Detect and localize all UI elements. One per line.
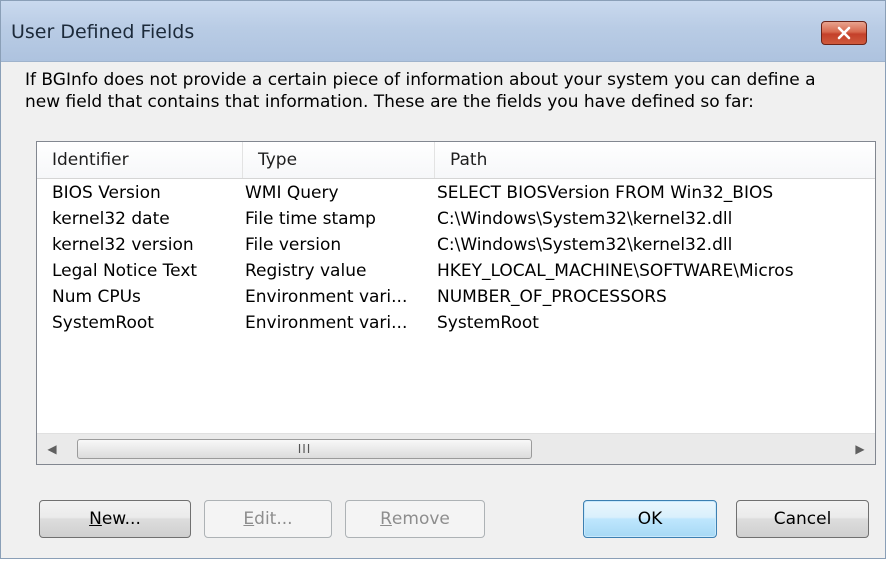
column-header-type[interactable]: Type — [243, 142, 435, 178]
scrollbar-thumb[interactable]: III — [77, 439, 532, 459]
scroll-left-icon: ◀ — [47, 442, 57, 456]
title-bar[interactable]: User Defined Fields — [1, 1, 885, 62]
list-item[interactable]: SystemRoot Environment vari... SystemRoo… — [37, 310, 875, 336]
new-button[interactable]: New... — [39, 500, 191, 538]
list-item[interactable]: Legal Notice Text Registry value HKEY_LO… — [37, 258, 875, 284]
cell-type: Registry value — [245, 261, 367, 281]
scroll-right-button[interactable]: ▶ — [845, 434, 875, 464]
column-header-identifier[interactable]: Identifier — [37, 142, 243, 178]
horizontal-scrollbar[interactable]: ◀ III ▶ — [37, 433, 875, 464]
list-header: Identifier Type Path — [37, 142, 875, 179]
remove-button[interactable]: Remove — [345, 500, 485, 538]
cell-identifier: Legal Notice Text — [52, 261, 198, 281]
cell-type: Environment vari... — [245, 287, 408, 307]
cell-type: Environment vari... — [245, 313, 408, 333]
cell-type: WMI Query — [245, 183, 339, 203]
edit-button-label: dit... — [254, 509, 293, 529]
scroll-right-icon: ▶ — [855, 442, 865, 456]
cell-type: File version — [245, 235, 342, 255]
scroll-left-button[interactable]: ◀ — [37, 434, 67, 464]
remove-button-label: emove — [391, 509, 450, 529]
cell-path: SystemRoot — [437, 313, 539, 333]
cell-identifier: Num CPUs — [52, 287, 141, 307]
cell-identifier: kernel32 version — [52, 235, 194, 255]
list-item[interactable]: kernel32 date File time stamp C:\Windows… — [37, 206, 875, 232]
cancel-button[interactable]: Cancel — [736, 500, 869, 538]
cell-path: C:\Windows\System32\kernel32.dll — [437, 235, 733, 255]
fields-list-view[interactable]: Identifier Type Path BIOS Version WMI Qu… — [36, 141, 876, 465]
cell-identifier: BIOS Version — [52, 183, 161, 203]
cell-path: NUMBER_OF_PROCESSORS — [437, 287, 667, 307]
description-line-2: new field that contains that information… — [25, 92, 754, 112]
close-button[interactable] — [821, 21, 867, 45]
close-icon — [837, 26, 851, 40]
cell-type: File time stamp — [245, 209, 376, 229]
column-header-path[interactable]: Path — [435, 142, 875, 178]
list-body: BIOS Version WMI Query SELECT BIOSVersio… — [37, 180, 875, 336]
cell-path: SELECT BIOSVersion FROM Win32_BIOS — [437, 183, 774, 203]
cell-identifier: kernel32 date — [52, 209, 170, 229]
grip-icon: III — [297, 442, 312, 456]
description-text: If BGInfo does not provide a certain pie… — [25, 69, 875, 113]
description-line-1: If BGInfo does not provide a certain pie… — [25, 70, 816, 90]
cell-path: HKEY_LOCAL_MACHINE\SOFTWARE\Micros — [437, 261, 794, 281]
cell-identifier: SystemRoot — [52, 313, 154, 333]
dialog-window: User Defined Fields If BGInfo does not p… — [0, 0, 886, 559]
remove-button-mnemonic: R — [380, 509, 392, 529]
cell-path: C:\Windows\System32\kernel32.dll — [437, 209, 733, 229]
new-button-label: ew... — [101, 509, 141, 529]
new-button-mnemonic: N — [89, 509, 102, 529]
ok-button-label: OK — [637, 509, 663, 529]
list-item[interactable]: BIOS Version WMI Query SELECT BIOSVersio… — [37, 180, 875, 206]
cancel-button-label: Cancel — [773, 509, 832, 529]
edit-button-mnemonic: E — [243, 509, 255, 529]
window-title: User Defined Fields — [11, 21, 195, 43]
dialog-body: If BGInfo does not provide a certain pie… — [1, 62, 885, 558]
edit-button[interactable]: Edit... — [204, 500, 332, 538]
ok-button[interactable]: OK — [583, 500, 717, 538]
list-item[interactable]: kernel32 version File version C:\Windows… — [37, 232, 875, 258]
list-item[interactable]: Num CPUs Environment vari... NUMBER_OF_P… — [37, 284, 875, 310]
